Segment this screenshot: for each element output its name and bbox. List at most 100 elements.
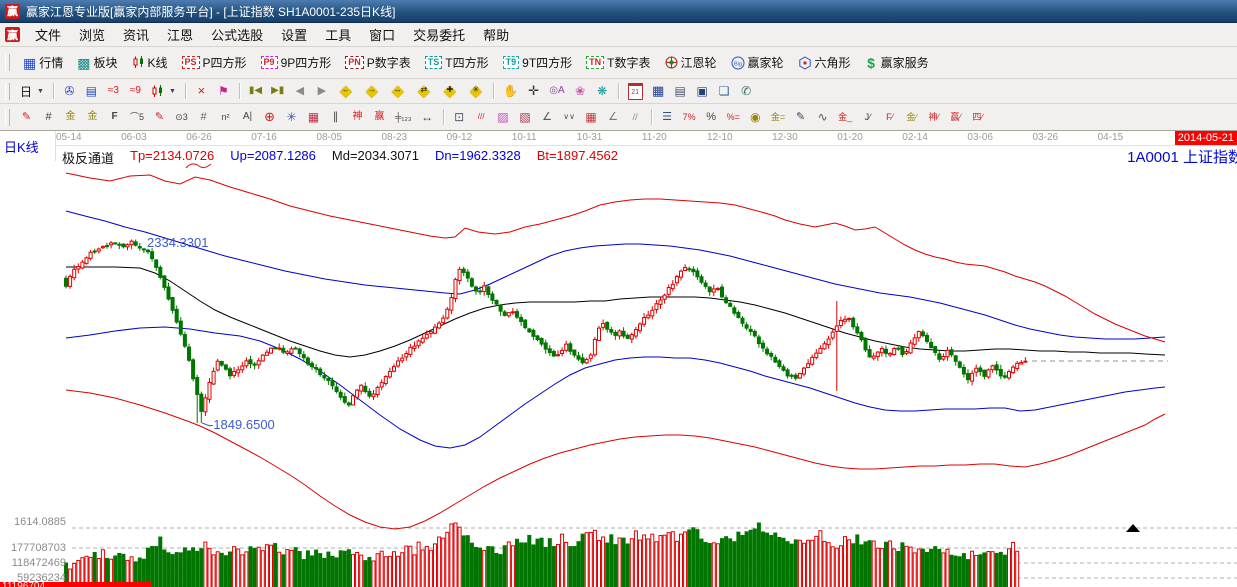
p-table-button[interactable]: PNP数字表 [339, 52, 417, 73]
go-last-button[interactable]: ▶▮ [267, 82, 288, 101]
menu-item-news[interactable]: 资讯 [114, 23, 158, 46]
menu-item-gann[interactable]: 江恩 [158, 23, 202, 46]
shrink-all-button[interactable]: ◆✳ [463, 81, 488, 102]
spiral5-button[interactable]: ⌒5 [126, 108, 148, 127]
menu-item-help[interactable]: 帮助 [474, 23, 518, 46]
hatch-grid-button[interactable]: ▧ [515, 108, 536, 127]
si-angle-button[interactable]: 四∕ [967, 108, 988, 127]
market-quote-button[interactable]: ▦行情 [17, 52, 69, 73]
gold-coin-button[interactable]: ◉ [745, 108, 766, 127]
toolbar-grip[interactable] [5, 54, 10, 71]
gold-angle-button[interactable]: 金∕ [901, 108, 922, 127]
flower-tool-button[interactable]: ❀ [570, 82, 591, 101]
ruler123-button[interactable]: ╪₁₂₃ [391, 108, 416, 127]
angle-lines-button[interactable]: ∠ [537, 108, 558, 127]
wave9-button[interactable]: ≈9 [125, 82, 146, 101]
zigzag-button[interactable]: ∨∨ [559, 108, 580, 127]
date-axis[interactable]: 05-1406-0306-2607-1608-0508-2309-1210-11… [56, 131, 1237, 146]
next-button[interactable]: ▶ [311, 82, 332, 101]
pct7-button[interactable]: 7% [679, 108, 700, 127]
n2-lines-button[interactable]: n² [215, 108, 236, 127]
network-tool-button[interactable]: ✇ [59, 82, 80, 101]
fan-lines-button[interactable]: /// [471, 108, 492, 127]
indicator-name[interactable]: 极反通道 [62, 148, 114, 167]
kline-chart[interactable] [0, 131, 1237, 587]
p-square-button[interactable]: PSP四方形 [176, 52, 253, 73]
winner-service-button[interactable]: $赢家服务 [859, 52, 935, 73]
hand-tool-button[interactable]: ✋ [499, 82, 522, 101]
compass-button[interactable]: ⊕ [259, 108, 280, 127]
device-button[interactable]: ✆ [736, 82, 757, 101]
menu-item-settings[interactable]: 设置 [272, 23, 316, 46]
go-first-button[interactable]: ▮◀ [245, 82, 266, 101]
dense-lines-button[interactable]: # [193, 108, 214, 127]
menu-item-browse[interactable]: 浏览 [70, 23, 114, 46]
gold-level-button[interactable]: 金= [767, 108, 789, 127]
a-lines-button[interactable]: A| [237, 108, 258, 127]
gold-lines2-button[interactable]: 金 [82, 108, 103, 127]
9p-square-button[interactable]: P99P四方形 [255, 52, 338, 73]
symbol-label[interactable]: 1A0001 上证指数 [1127, 146, 1237, 167]
ying-angle-button[interactable]: 赢∕ [945, 108, 966, 127]
notes-button[interactable]: ▤ [670, 82, 691, 101]
pan-left-button[interactable]: ◆← [333, 81, 358, 102]
pan-right-button[interactable]: ◆→ [359, 81, 384, 102]
calculator-button[interactable]: ▦ [648, 82, 669, 101]
menu-item-formula-pick[interactable]: 公式选股 [202, 23, 272, 46]
slash-lines-button[interactable]: // [625, 108, 646, 127]
kline-button[interactable]: K线 [126, 52, 174, 73]
f-angle-button[interactable]: F∕ [879, 108, 900, 127]
expand-h-button[interactable]: ◆↔ [385, 81, 410, 102]
candle-style-selector[interactable]: ▼ [147, 82, 180, 101]
pct-button[interactable]: % [701, 108, 722, 127]
sector-button[interactable]: ▩板块 [71, 52, 123, 73]
9t-square-button[interactable]: T99T四方形 [497, 52, 579, 73]
save-button[interactable]: ▣ [692, 82, 713, 101]
gold-under-button[interactable]: 金_ [834, 108, 856, 127]
web-button[interactable]: ✳ [281, 108, 302, 127]
draw-pencil2-button[interactable]: ✎ [149, 108, 170, 127]
j-angle-button[interactable]: J∕ [857, 108, 878, 127]
shrink-h-button[interactable]: ◆⇄ [411, 81, 436, 102]
prev-button[interactable]: ◀ [289, 82, 310, 101]
clipboard-button[interactable]: ▤ [81, 82, 102, 101]
angle2-button[interactable]: ∠ [603, 108, 624, 127]
f-lines-button[interactable]: F [104, 108, 125, 127]
pct-line-button[interactable]: %= [723, 108, 744, 127]
export-button[interactable]: ❏ [714, 82, 735, 101]
app-menu-icon[interactable]: 赢 [5, 27, 20, 42]
pink-grid-button[interactable]: ▨ [493, 108, 514, 127]
vruler-button[interactable]: ☰ [657, 108, 678, 127]
flag-chart-button[interactable]: ⚑ [213, 82, 234, 101]
toolbar-grip[interactable] [5, 83, 10, 100]
wave3-button[interactable]: ≈3 [103, 82, 124, 101]
expand-all-button[interactable]: ◆✚ [437, 81, 462, 102]
t-square-button[interactable]: TST四方形 [419, 52, 495, 73]
shen-tool-button[interactable]: 神 [347, 108, 368, 127]
circle3-button[interactable]: ⊙3 [171, 108, 192, 127]
red-grid-button[interactable]: ▦ [581, 108, 602, 127]
gann-lines-button[interactable]: # [38, 108, 59, 127]
hspan-button[interactable]: ↔ [417, 108, 438, 127]
ying-tool-button[interactable]: 赢 [369, 108, 390, 127]
menu-item-window[interactable]: 窗口 [360, 23, 404, 46]
period-label[interactable]: 日K线 [4, 137, 39, 156]
gann-wheel-button[interactable]: 江恩轮 [659, 52, 723, 73]
measure-tool-button[interactable]: ◎A [545, 82, 568, 101]
draw-pencil-button[interactable]: ✎ [16, 108, 37, 127]
shen-angle-button[interactable]: 神∕ [923, 108, 944, 127]
toolbar-grip[interactable] [5, 109, 10, 126]
wave-button[interactable]: ∿ [812, 108, 833, 127]
tick-marks-button[interactable]: ∥ [325, 108, 346, 127]
gold-lines-button[interactable]: 金 [60, 108, 81, 127]
period-selector[interactable]: 日▼ [16, 81, 48, 102]
crosshair-tool-button[interactable]: ✛ [523, 82, 544, 101]
t-table-button[interactable]: TNT数字表 [580, 52, 656, 73]
menu-item-trade-order[interactable]: 交易委托 [404, 23, 474, 46]
winner-wheel-button[interactable]: Big赢家轮 [725, 52, 790, 73]
menu-item-file[interactable]: 文件 [26, 23, 70, 46]
marker-tool-button[interactable]: × [191, 82, 212, 101]
calendar-button[interactable]: 21 [624, 81, 647, 102]
brain-tool-button[interactable]: ❋ [592, 82, 613, 101]
box-tool-button[interactable]: ⊡ [449, 108, 470, 127]
